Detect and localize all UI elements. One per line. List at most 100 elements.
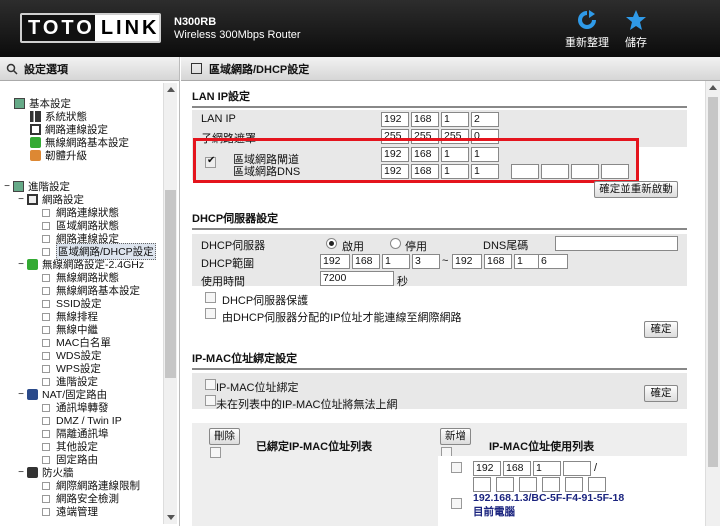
lease-unit-label: 秒 (397, 276, 408, 288)
lan-ip-octet-3[interactable]: 1 (441, 112, 469, 127)
scroll-up-icon[interactable] (167, 87, 175, 92)
tree-label: 遠端管理 (56, 506, 98, 518)
folder-icon (14, 98, 25, 109)
lease-time-label: 使用時間 (201, 276, 245, 288)
entry-mac-1[interactable] (473, 477, 491, 492)
lease-time-input[interactable]: 7200 (320, 271, 394, 286)
monitor-icon (30, 124, 41, 135)
tree-label: DMZ / Twin IP (56, 414, 122, 427)
logo-text-right: LINK (94, 15, 159, 41)
apply-restart-button[interactable]: 確定並重新啟動 (594, 181, 678, 198)
page-icon (42, 429, 50, 438)
refresh-button[interactable]: 重新整理 (563, 10, 611, 50)
page-icon (42, 494, 50, 503)
sidebar: 設定選項 基本設定 系統狀態 網路連線設定 無線網路基本設定 韌體升級 − 進階設… (0, 57, 180, 526)
page-icon (42, 403, 50, 412)
page-icon (42, 286, 50, 295)
ipmac-bind-label: IP-MAC位址綁定 (216, 382, 299, 394)
range-start-octet-1[interactable]: 192 (320, 254, 350, 269)
header-bar: TOTO LINK N300RB Wireless 300Mbps Router… (0, 0, 720, 57)
scroll-up-icon[interactable] (709, 85, 717, 90)
main-scroll-thumb[interactable] (708, 97, 718, 467)
chart-icon (30, 111, 41, 122)
dhcp-restrict-label: 由DHCP伺服器分配的IP位址才能連線至網際網路 (222, 312, 462, 324)
product-tagline: Wireless 300Mbps Router (174, 29, 301, 41)
range-start-octet-2[interactable]: 168 (352, 254, 380, 269)
entry-ip-octet-2[interactable]: 168 (503, 461, 531, 476)
entry-mac-6[interactable] (588, 477, 606, 492)
lan-ip-octet-4[interactable]: 2 (471, 112, 499, 127)
page-icon (42, 481, 50, 490)
ipmac-block-checkbox[interactable] (205, 395, 216, 406)
tree-port-forwarding[interactable]: 通訊埠轉發 (42, 401, 109, 414)
entry-new-checkbox[interactable] (451, 462, 462, 473)
collapse-icon[interactable]: − (18, 194, 24, 205)
ipmac-bind-checkbox[interactable] (205, 379, 216, 390)
range-end-octet-4[interactable]: 6 (538, 254, 568, 269)
bound-select-all-checkbox[interactable] (210, 447, 221, 458)
wireless-icon (27, 259, 38, 270)
page-icon (42, 364, 50, 373)
entry-ip-octet-1[interactable]: 192 (473, 461, 501, 476)
current-computer-label: 目前電腦 (473, 506, 515, 518)
page-icon (42, 325, 50, 334)
settings-tree: 基本設定 系統狀態 網路連線設定 無線網路基本設定 韌體升級 − 進階設定 − 網路… (0, 81, 179, 526)
lan-ip-octet-2[interactable]: 168 (411, 112, 439, 127)
dns-suffix-input[interactable] (555, 236, 678, 251)
page-icon (42, 442, 50, 451)
lan-ip-octet-1[interactable]: 192 (381, 112, 409, 127)
page-icon (42, 377, 50, 386)
dns-suffix-label: DNS尾碼 (483, 240, 529, 252)
main-scrollbar[interactable] (705, 81, 720, 526)
range-start-octet-4[interactable]: 3 (412, 254, 440, 269)
collapse-icon[interactable]: − (18, 259, 24, 270)
dhcp-disable-radio[interactable] (390, 238, 401, 249)
ipmac-ok-button[interactable]: 確定 (644, 385, 678, 402)
add-button[interactable]: 新增 (440, 428, 471, 445)
dhcp-restrict-checkbox[interactable] (205, 308, 216, 319)
device-checkbox[interactable] (451, 498, 462, 509)
used-list-title: IP-MAC位址使用列表 (489, 441, 595, 453)
bound-list-title: 已綁定IP-MAC位址列表 (256, 441, 373, 453)
sidebar-scroll-thumb[interactable] (165, 190, 176, 378)
dhcp-guard-checkbox[interactable] (205, 292, 216, 303)
scroll-down-icon[interactable] (167, 515, 175, 520)
sidebar-scrollbar[interactable] (163, 83, 177, 524)
entry-mac-3[interactable] (519, 477, 537, 492)
collapse-icon[interactable]: − (18, 389, 24, 400)
dhcp-ok-button[interactable]: 確定 (644, 321, 678, 338)
page-icon (42, 507, 50, 516)
lan-section-heading: LAN IP設定 (192, 88, 687, 108)
entry-ip-octet-3[interactable]: 1 (533, 461, 561, 476)
page-icon (42, 273, 50, 282)
page-icon (42, 221, 50, 230)
tree-label: 通訊埠轉發 (56, 402, 109, 414)
page-icon (42, 299, 50, 308)
wireless-icon (30, 137, 41, 148)
dhcp-enable-radio[interactable] (326, 238, 337, 249)
collapse-icon[interactable]: − (4, 181, 10, 192)
entry-mac-4[interactable] (542, 477, 560, 492)
range-start-octet-3[interactable]: 1 (382, 254, 410, 269)
tree-remote-management[interactable]: 遠端管理 (42, 505, 98, 518)
entry-mac-5[interactable] (565, 477, 583, 492)
tree-firmware-upgrade[interactable]: 韌體升級 (30, 149, 87, 162)
save-label: 儲存 (625, 37, 647, 49)
entry-ip-octet-4[interactable] (563, 461, 591, 476)
dhcp-guard-label: DHCP伺服器保護 (222, 295, 309, 307)
range-separator: ~ (442, 255, 449, 267)
ipmac-block-label: 未在列表中的IP-MAC位址將無法上網 (216, 399, 398, 411)
logo-text-left: TOTO (28, 17, 95, 39)
page-icon (42, 247, 50, 256)
main-header: 區域網路/DHCP設定 (181, 57, 720, 81)
dhcp-disable-label: 停用 (405, 241, 427, 253)
dhcp-server-label: DHCP伺服器 (201, 240, 266, 252)
entry-mac-2[interactable] (496, 477, 514, 492)
delete-button[interactable]: 刪除 (209, 428, 240, 445)
range-end-octet-2[interactable]: 168 (484, 254, 512, 269)
range-end-octet-1[interactable]: 192 (452, 254, 482, 269)
collapse-icon[interactable]: − (18, 467, 24, 478)
nat-icon (27, 389, 38, 400)
save-button[interactable]: 儲存 (621, 10, 651, 50)
lan-ip-label: LAN IP (201, 113, 236, 125)
